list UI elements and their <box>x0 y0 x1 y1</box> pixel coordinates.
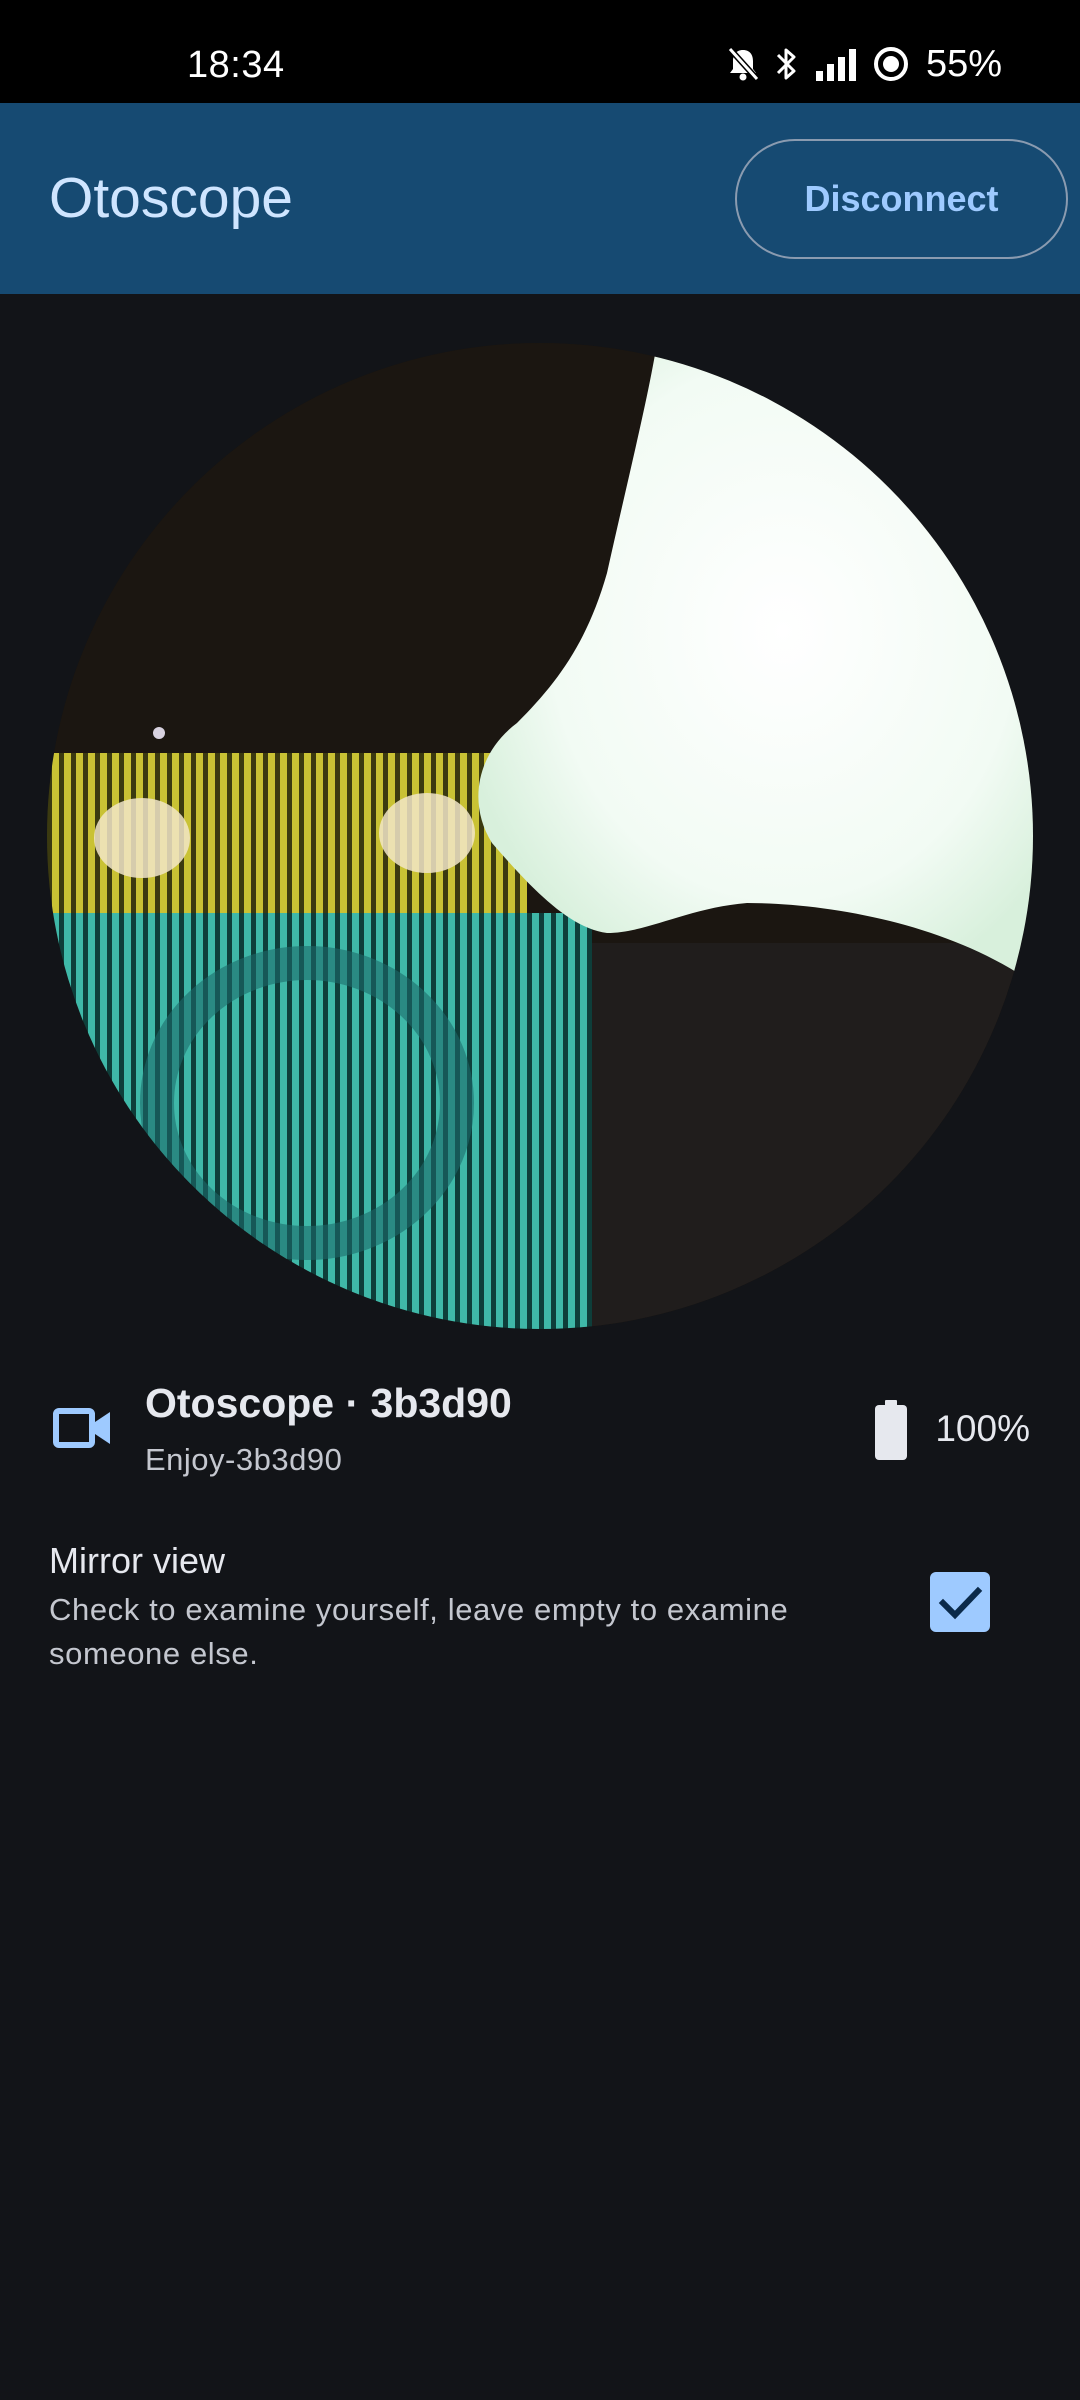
status-icons: 55% <box>726 42 1002 86</box>
device-ssid: Enjoy-3b3d90 <box>145 1442 343 1477</box>
app-title: Otoscope <box>49 166 293 230</box>
disconnect-button[interactable]: Disconnect <box>735 139 1068 259</box>
status-battery-text: 55% <box>925 42 1002 85</box>
videocam-icon <box>52 1406 114 1450</box>
device-battery-text: 100% <box>935 1408 1030 1449</box>
bell-off-icon <box>726 46 760 82</box>
signal-icon <box>814 47 858 81</box>
camera-view <box>47 343 1033 1329</box>
mirror-view-title: Mirror view <box>49 1540 225 1581</box>
device-name: Otoscope · 3b3d90 <box>145 1380 512 1426</box>
check-icon <box>938 1586 983 1620</box>
app-bar: Otoscope Disconnect <box>0 103 1080 294</box>
bluetooth-icon <box>774 45 800 83</box>
device-row: Otoscope · 3b3d90 Enjoy-3b3d90 100% <box>0 1370 1080 1490</box>
battery-full-icon <box>874 1400 908 1460</box>
mirror-view-checkbox[interactable] <box>930 1572 990 1632</box>
mirror-view-setting[interactable]: Mirror view Check to examine yourself, l… <box>0 1530 1080 1680</box>
data-saver-icon <box>872 45 910 83</box>
mirror-view-description: Check to examine yourself, leave empty t… <box>49 1592 789 1671</box>
status-time: 18:34 <box>187 44 285 86</box>
status-bar: 18:34 55% <box>0 0 1080 103</box>
